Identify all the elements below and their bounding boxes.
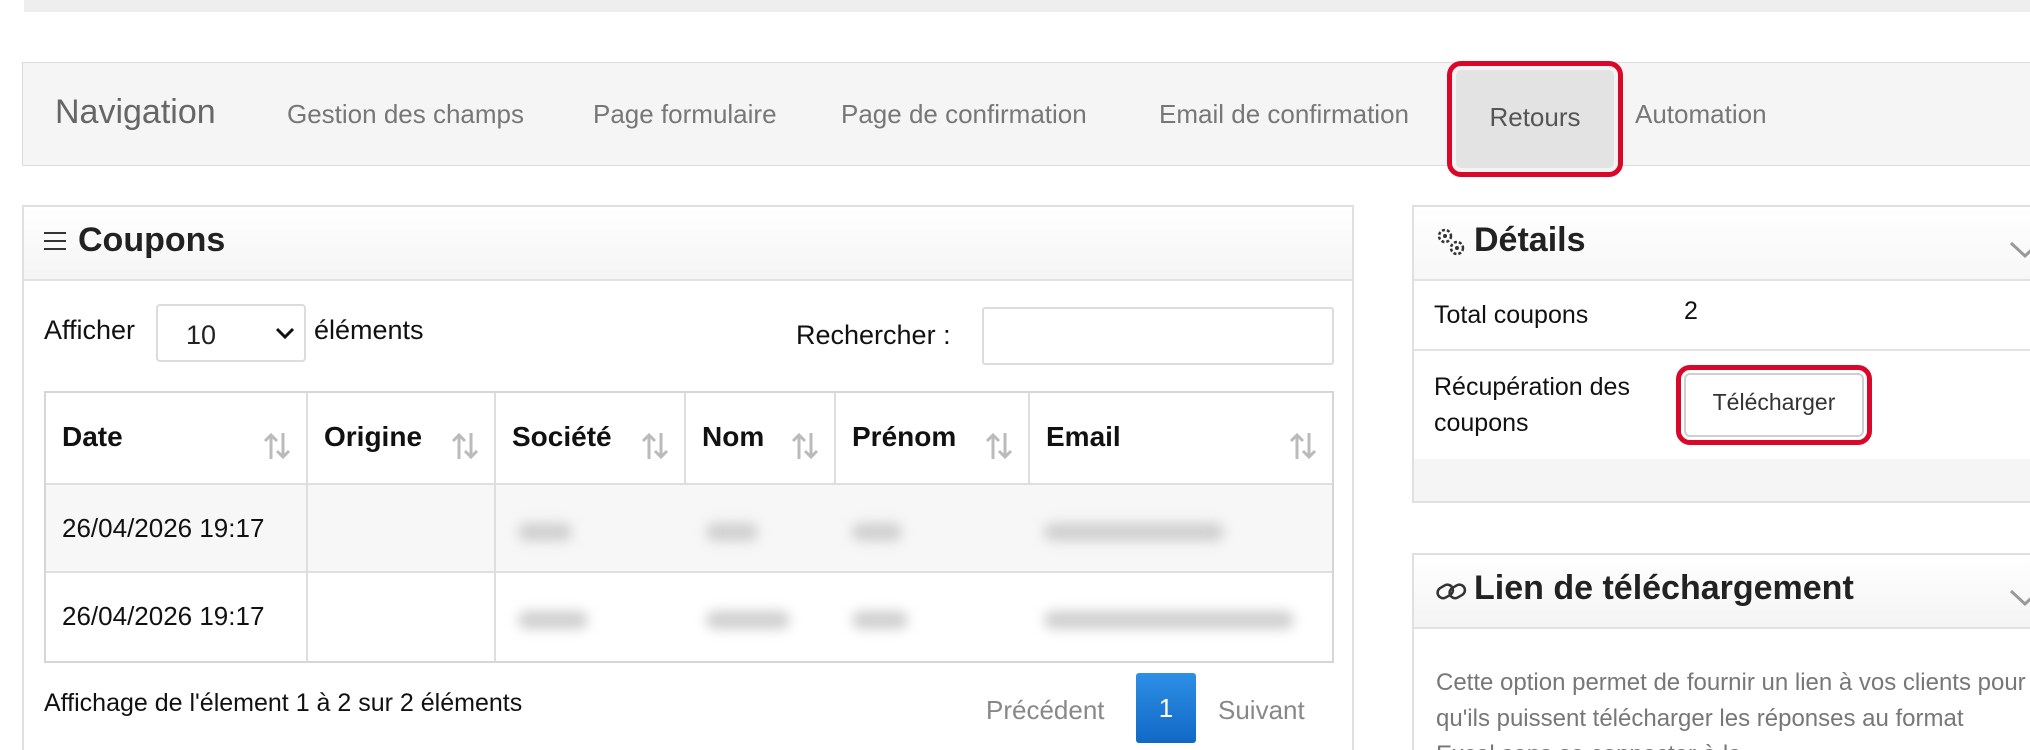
column-header-date[interactable]: Date [46,393,308,483]
details-title: Détails [1474,221,1586,259]
sort-icon [451,432,479,460]
table-info: Affichage de l'élement 1 à 2 sur 2 éléme… [44,689,523,717]
sort-icon [1289,432,1317,460]
pagination-previous[interactable]: Précédent [986,695,1105,750]
cell-date: 26/04/2026 19:17 [46,573,308,661]
nav-item-automation[interactable]: Automation [1635,99,1767,130]
nav-brand: Navigation [55,93,216,131]
nav-item-email-confirmation[interactable]: Email de confirmation [1159,99,1409,130]
coupons-panel: Coupons Afficher 10 éléments Rechercher … [22,205,1354,750]
nav-item-retours[interactable]: Retours [1447,61,1623,177]
column-header-societe[interactable]: Société [496,393,686,483]
cell-origine [308,573,496,661]
link-icon [1436,583,1467,600]
column-header-prenom[interactable]: Prénom [836,393,1030,483]
nav-item-page-confirmation[interactable]: Page de confirmation [841,99,1087,130]
chevron-down-icon[interactable] [2008,239,2030,259]
redacted-prenom [852,523,902,541]
list-icon [44,232,66,256]
pagination-page-1[interactable]: 1 [1136,673,1196,743]
sort-icon [263,432,291,460]
cell-origine [308,485,496,573]
gears-icon [1437,228,1465,256]
table-row[interactable]: 26/04/2026 19:17 [46,571,1332,661]
sort-icon [641,432,669,460]
details-panel: Détails Total coupons 2 Récupération des… [1412,205,2030,503]
page-length-value: 10 [186,320,217,350]
redacted-societe [518,523,572,541]
total-coupons-row: Total coupons 2 [1414,281,2030,351]
chevron-down-icon[interactable] [2008,587,2030,607]
cell-date: 26/04/2026 19:17 [46,485,308,573]
recuperation-label: Récupération des coupons [1434,373,1630,437]
top-bar [24,0,2030,12]
search-label: Rechercher : [796,320,951,350]
redacted-email [1044,523,1224,541]
total-coupons-label: Total coupons [1434,301,1589,329]
redacted-email [1044,611,1294,629]
details-panel-header[interactable]: Détails [1414,207,2030,281]
column-header-origine[interactable]: Origine [308,393,496,483]
redacted-societe [518,611,588,629]
search-input[interactable] [982,307,1334,365]
download-link-description: Cette option permet de fournir un lien à… [1436,669,2026,750]
pagination-next[interactable]: Suivant [1218,695,1305,750]
navigation-bar: Navigation Gestion des champs Page formu… [22,61,2030,177]
download-link-panel: Lien de téléchargement Cette option perm… [1412,553,2030,750]
coupons-panel-header: Coupons [24,207,1352,281]
sort-icon [791,432,819,460]
nav-item-gestion-champs[interactable]: Gestion des champs [287,99,524,130]
nav-item-page-formulaire[interactable]: Page formulaire [593,99,777,130]
redacted-prenom [852,611,908,629]
show-label: Afficher [44,315,136,345]
chevron-down-icon [275,327,295,340]
nav-item-retours-label: Retours [1489,102,1581,132]
show-suffix: éléments [314,315,424,345]
download-button[interactable]: Télécharger [1676,365,1872,445]
download-link-panel-header[interactable]: Lien de téléchargement [1414,555,2030,629]
recuperation-row: Récupération des coupons Télécharger [1414,351,2030,459]
download-link-title: Lien de téléchargement [1474,569,1854,607]
redacted-nom [706,611,790,629]
column-header-email[interactable]: Email [1030,393,1332,483]
coupons-table: Date Origine Société Nom Prénom Email 26… [44,391,1334,663]
coupons-title: Coupons [78,221,226,259]
table-row[interactable]: 26/04/2026 19:17 [46,483,1332,573]
sort-icon [985,432,1013,460]
page-length-select[interactable]: 10 [156,304,306,362]
redacted-nom [706,523,758,541]
column-header-nom[interactable]: Nom [686,393,836,483]
total-coupons-value: 2 [1684,297,1698,325]
